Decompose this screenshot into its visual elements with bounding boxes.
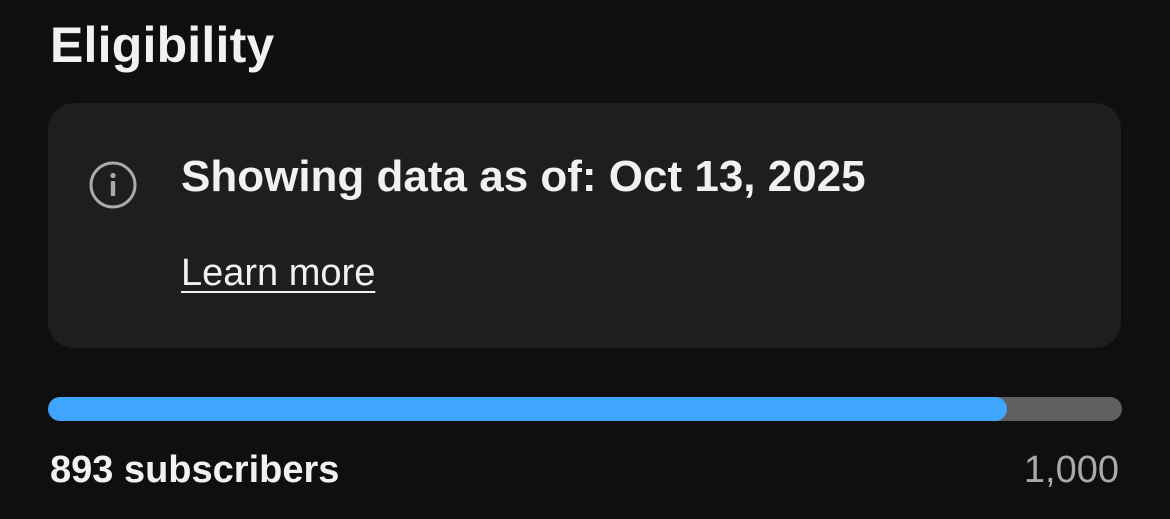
subscriber-goal: 1,000 xyxy=(1023,449,1119,491)
subscriber-progress-fill xyxy=(48,397,1008,421)
subscriber-count: 893 subscribers xyxy=(50,449,340,491)
subscriber-progress-bar xyxy=(48,397,1122,421)
learn-more-link[interactable]: Learn more xyxy=(181,252,375,295)
data-date-notice: Showing data as of: Oct 13, 2025 xyxy=(181,152,866,201)
info-icon xyxy=(89,161,137,209)
section-title: Eligibility xyxy=(50,17,275,73)
data-notice-card xyxy=(48,103,1121,348)
